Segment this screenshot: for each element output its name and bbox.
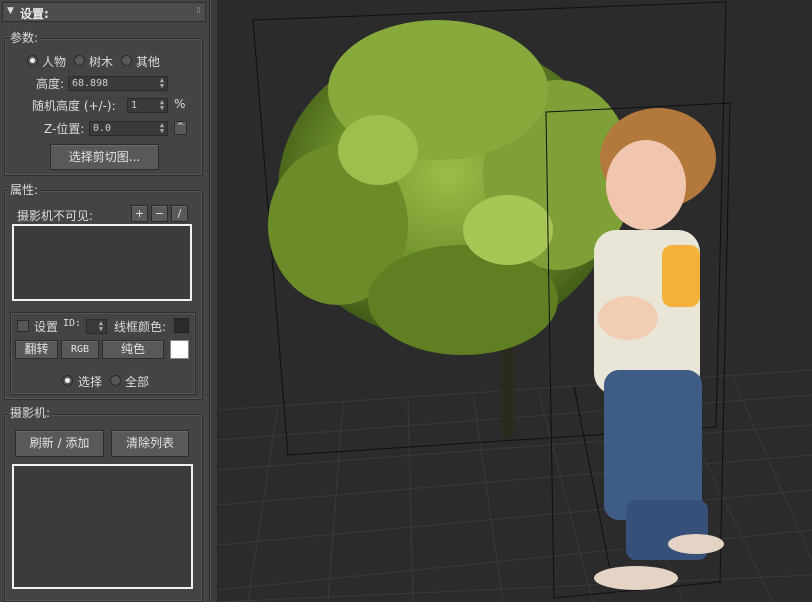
set-checkbox[interactable] — [17, 320, 29, 332]
z-pos-value: 0.0 — [93, 123, 112, 134]
wire-color-label: 线框颜色: — [114, 320, 167, 334]
settings-panel: ▼ 设置: ⁞⁞ 参数: 人物 树木 其他 高度: 68.898 ▲ ▼ 随机高度… — [0, 0, 210, 602]
radio-all[interactable] — [110, 375, 121, 386]
id-spinner[interactable]: ▲ ▼ — [86, 319, 107, 334]
radio-select-label: 选择 — [78, 375, 103, 389]
random-height-value: 1 — [131, 100, 138, 111]
ground-grid — [218, 369, 812, 602]
flip-button[interactable]: 翻转 — [15, 340, 58, 359]
height-spinner[interactable]: 68.898 ▲ ▼ — [68, 76, 168, 91]
height-label: 高度: — [36, 77, 65, 91]
radio-all-label: 全部 — [125, 375, 150, 389]
wire-color-swatch[interactable] — [174, 318, 189, 333]
radio-tree-label: 树木 — [89, 55, 114, 69]
child-cutout-image — [594, 108, 724, 590]
camera-invisible-label: 摄影机不可见: — [17, 209, 94, 223]
percent-symbol: % — [174, 97, 186, 111]
z-pos-label: Z-位置: — [44, 122, 85, 136]
radio-tree[interactable] — [74, 55, 85, 66]
random-height-spinner[interactable]: 1 ▲ ▼ — [127, 98, 168, 113]
spinner-arrows-icon[interactable]: ▲ ▼ — [159, 99, 165, 112]
spinner-arrows-icon[interactable]: ▲ ▼ — [159, 77, 165, 90]
z-pos-pick-button[interactable]: ^ — [174, 121, 187, 135]
select-clip-button[interactable]: 选择剪切图... — [50, 144, 159, 170]
solid-color-button[interactable]: 纯色 — [102, 340, 164, 359]
solid-color-swatch[interactable] — [170, 340, 189, 359]
radio-person[interactable] — [27, 55, 38, 66]
panel-splitter[interactable] — [210, 0, 218, 602]
viewport-scene — [218, 1, 812, 602]
camera-label: 摄影机: — [8, 404, 53, 421]
add-button[interactable]: + — [131, 205, 148, 222]
rgb-button[interactable]: RGB — [61, 340, 99, 359]
z-pos-spinner[interactable]: 0.0 ▲ ▼ — [89, 121, 168, 136]
edit-button[interactable]: / — [171, 205, 188, 222]
height-value: 68.898 — [72, 78, 109, 89]
settings-rollout-header[interactable]: ▼ 设置: ⁞⁞ — [2, 2, 206, 22]
tree-cutout-image — [268, 20, 633, 437]
random-height-label: 随机高度 (+/-): — [32, 99, 116, 113]
attributes-label: 属性: — [8, 181, 41, 198]
rollout-title: 设置: — [20, 7, 49, 21]
spinner-arrows-icon[interactable]: ▲ ▼ — [98, 320, 104, 333]
radio-person-label: 人物 — [42, 55, 67, 69]
radio-other[interactable] — [121, 55, 132, 66]
radio-select[interactable] — [62, 375, 73, 386]
grip-icon: ⁞⁞ — [196, 6, 201, 16]
spinner-arrows-icon[interactable]: ▲ ▼ — [159, 122, 165, 135]
set-label: 设置 — [34, 320, 59, 334]
3d-viewport[interactable] — [218, 0, 812, 602]
collapse-arrow-icon[interactable]: ▼ — [7, 6, 14, 16]
params-label: 参数: — [8, 29, 41, 46]
refresh-add-button[interactable]: 刷新 / 添加 — [15, 430, 104, 457]
id-label: ID: — [63, 318, 82, 329]
clear-list-button[interactable]: 清除列表 — [111, 430, 189, 457]
caret-up-icon: ^ — [176, 122, 185, 132]
camera-list[interactable] — [12, 464, 193, 589]
radio-other-label: 其他 — [136, 55, 161, 69]
camera-invisible-list[interactable] — [12, 224, 192, 301]
remove-button[interactable]: − — [151, 205, 168, 222]
